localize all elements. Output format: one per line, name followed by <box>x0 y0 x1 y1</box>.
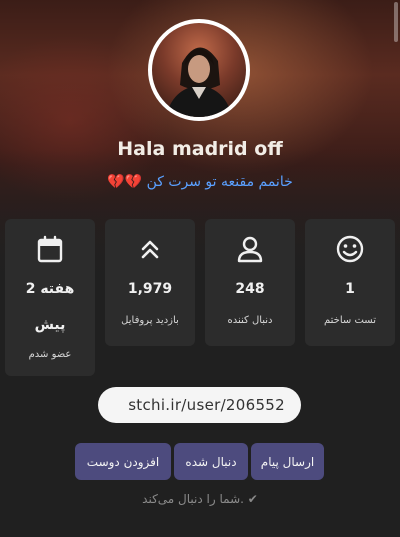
avatar[interactable] <box>148 19 250 121</box>
stat-value-line2: پیش <box>34 317 66 333</box>
stat-card-member-since[interactable]: 2 هفته پیش عضو شدم <box>5 219 95 376</box>
send-message-button[interactable]: ارسال پیام <box>251 443 324 480</box>
broken-heart-emoji: 💔💔 <box>107 174 143 190</box>
stat-value: 2 هفته <box>25 281 75 297</box>
scrollbar-thumb[interactable] <box>394 2 398 42</box>
check-icon: ✔ <box>247 492 258 506</box>
bio-text: خانمم مقنعه تو سرت کن <box>146 174 293 190</box>
following-button[interactable]: دنبال شده <box>174 443 248 480</box>
calendar-icon <box>37 235 63 263</box>
stat-value: 248 <box>235 281 265 297</box>
stat-value: 1,979 <box>127 281 173 297</box>
chevrons-up-icon <box>141 240 159 259</box>
smile-icon <box>336 235 364 263</box>
stat-label: بازدید پروفایل <box>121 315 179 326</box>
avatar-image <box>166 47 232 117</box>
stat-card-tests[interactable]: 1 تست ساختم <box>305 219 395 346</box>
profile-url-field[interactable]: stchi.ir/user/206552 <box>98 387 301 423</box>
stat-label: تست ساختم <box>324 315 376 326</box>
profile-bio: 💔💔 خانمم مقنعه تو سرت کن <box>0 174 400 190</box>
stat-label: عضو شدم <box>28 349 72 360</box>
stat-label: دنبال کننده <box>227 315 273 326</box>
profile-name: Hala madrid off <box>117 138 283 160</box>
stat-card-profile-views[interactable]: 1,979 بازدید پروفایل <box>105 219 195 346</box>
add-friend-button[interactable]: افزودن دوست <box>75 443 171 480</box>
stat-card-followers[interactable]: 248 دنبال کننده <box>205 219 295 346</box>
profile-url-text: stchi.ir/user/206552 <box>128 396 285 414</box>
stat-value: 1 <box>345 281 355 297</box>
follow-status: شما را دنبال می‌کند. ✔ <box>0 492 400 506</box>
follow-status-text: شما را دنبال می‌کند. <box>142 492 244 506</box>
user-icon <box>237 236 263 263</box>
